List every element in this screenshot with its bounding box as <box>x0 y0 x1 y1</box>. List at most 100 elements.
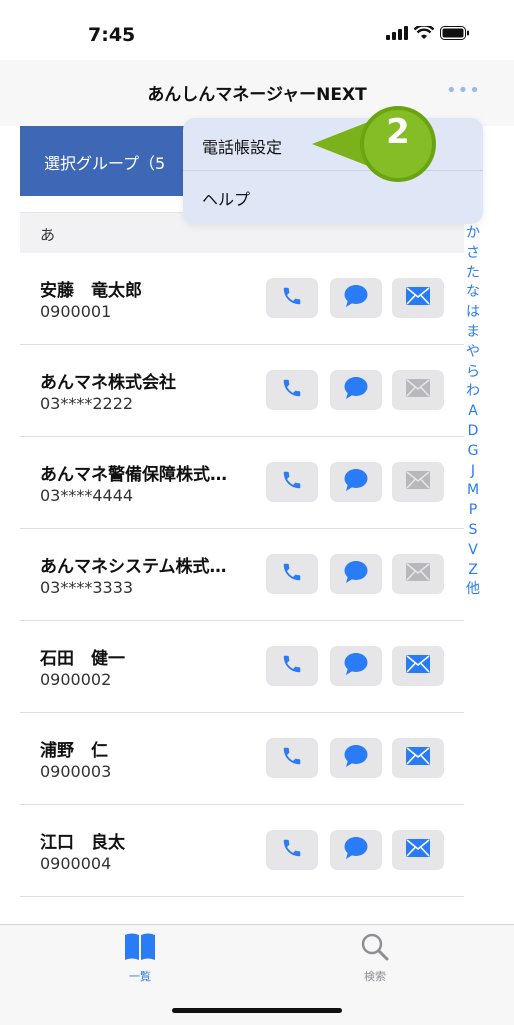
signal-icon <box>386 26 408 40</box>
index-letter[interactable]: な <box>466 283 480 303</box>
envelope-icon <box>405 378 431 402</box>
call-button[interactable] <box>266 554 318 594</box>
index-letter[interactable]: わ <box>466 382 480 402</box>
index-letter[interactable]: や <box>466 343 480 363</box>
envelope-icon <box>405 654 431 678</box>
index-letter[interactable]: か <box>466 224 480 244</box>
index-letter[interactable]: A <box>468 402 478 422</box>
index-letter[interactable]: V <box>468 541 478 561</box>
phone-icon <box>281 469 303 495</box>
contact-phone: 0900003 <box>40 762 112 781</box>
message-button[interactable] <box>330 830 382 870</box>
contact-row[interactable]: 江口 良太 0900004 <box>20 804 464 897</box>
call-button[interactable] <box>266 278 318 318</box>
contact-phone: 0900002 <box>40 670 112 689</box>
index-letter[interactable]: さ <box>466 244 480 264</box>
contact-phone: 03****3333 <box>40 578 134 597</box>
contact-row[interactable]: 安藤 竜太郎 0900001 <box>20 252 464 345</box>
call-button[interactable] <box>266 370 318 410</box>
menu-item-help[interactable]: ヘルプ <box>202 186 250 210</box>
contact-row[interactable]: 石田 健一 0900002 <box>20 620 464 713</box>
tab-list[interactable]: 一覧 <box>110 932 170 984</box>
battery-icon <box>440 26 469 40</box>
chat-bubble-icon <box>343 744 369 772</box>
index-letter[interactable]: D <box>468 422 479 442</box>
index-letter[interactable]: 他 <box>466 580 480 600</box>
mail-button <box>392 462 444 502</box>
phone-icon <box>281 285 303 311</box>
mail-button <box>392 554 444 594</box>
contact-phone: 03****4444 <box>40 486 134 505</box>
home-indicator <box>172 1008 342 1013</box>
section-label: あ <box>40 226 56 244</box>
chat-bubble-icon <box>343 560 369 588</box>
index-letter[interactable]: S <box>469 521 478 541</box>
envelope-icon <box>405 746 431 770</box>
call-button[interactable] <box>266 738 318 778</box>
envelope-icon <box>405 562 431 586</box>
mail-button[interactable] <box>392 738 444 778</box>
message-button[interactable] <box>330 738 382 778</box>
mail-button <box>392 370 444 410</box>
chat-bubble-icon <box>343 284 369 312</box>
menu-item-phonebook-settings[interactable]: 電話帳設定 <box>202 134 282 158</box>
phone-icon <box>281 561 303 587</box>
index-letter[interactable]: ま <box>466 323 480 343</box>
section-index[interactable]: かさたなはまやらわADGJMPSVZ他 <box>462 224 484 600</box>
index-letter[interactable]: M <box>467 481 479 501</box>
index-letter[interactable]: J <box>471 462 475 482</box>
contact-name: あんマネ株式会社 <box>40 373 176 393</box>
wifi-icon <box>414 26 434 39</box>
index-letter[interactable]: G <box>468 442 479 462</box>
index-letter[interactable]: ら <box>466 363 480 383</box>
contact-name: あんマネシステム株式… <box>40 557 227 577</box>
tab-search[interactable]: 検索 <box>345 932 405 984</box>
phone-icon <box>281 837 303 863</box>
chat-bubble-icon <box>343 836 369 864</box>
mail-button[interactable] <box>392 278 444 318</box>
contact-name: 浦野 仁 <box>40 741 108 761</box>
contact-phone: 0900004 <box>40 854 112 873</box>
group-label: 選択グループ（5 <box>44 154 166 173</box>
phone-icon <box>281 377 303 403</box>
contact-name: あんマネ警備保障株式… <box>40 465 227 485</box>
call-button[interactable] <box>266 462 318 502</box>
mail-button[interactable] <box>392 646 444 686</box>
envelope-icon <box>405 286 431 310</box>
index-letter[interactable]: た <box>466 264 480 284</box>
chat-bubble-icon <box>343 652 369 680</box>
envelope-icon <box>405 470 431 494</box>
phone-icon <box>281 653 303 679</box>
more-button[interactable]: ••• <box>446 80 481 101</box>
contact-phone: 0900001 <box>40 302 112 321</box>
index-letter[interactable]: Z <box>468 561 478 581</box>
step-badge-number: 2 <box>386 112 410 152</box>
mail-button[interactable] <box>392 830 444 870</box>
message-button[interactable] <box>330 554 382 594</box>
contact-name: 石田 健一 <box>40 649 125 669</box>
contact-row[interactable]: あんマネシステム株式… 03****3333 <box>20 528 464 621</box>
index-letter[interactable]: は <box>466 303 480 323</box>
contact-row[interactable]: 浦野 仁 0900003 <box>20 712 464 805</box>
status-icons <box>386 26 470 40</box>
message-button[interactable] <box>330 370 382 410</box>
search-icon <box>361 933 389 961</box>
envelope-icon <box>405 838 431 862</box>
message-button[interactable] <box>330 646 382 686</box>
contact-row[interactable]: あんマネ警備保障株式… 03****4444 <box>20 436 464 529</box>
contact-phone: 03****2222 <box>40 394 134 413</box>
contact-name: 安藤 竜太郎 <box>40 281 142 301</box>
contact-row[interactable]: あんマネ株式会社 03****2222 <box>20 344 464 437</box>
index-letter[interactable]: P <box>469 501 477 521</box>
message-button[interactable] <box>330 278 382 318</box>
call-button[interactable] <box>266 646 318 686</box>
phone-icon <box>281 745 303 771</box>
chat-bubble-icon <box>343 376 369 404</box>
tab-search-label: 検索 <box>364 970 386 983</box>
call-button[interactable] <box>266 830 318 870</box>
contact-name: 江口 良太 <box>40 833 125 853</box>
message-button[interactable] <box>330 462 382 502</box>
book-icon <box>125 933 155 960</box>
tab-list-label: 一覧 <box>129 970 151 983</box>
status-time: 7:45 <box>88 24 136 46</box>
